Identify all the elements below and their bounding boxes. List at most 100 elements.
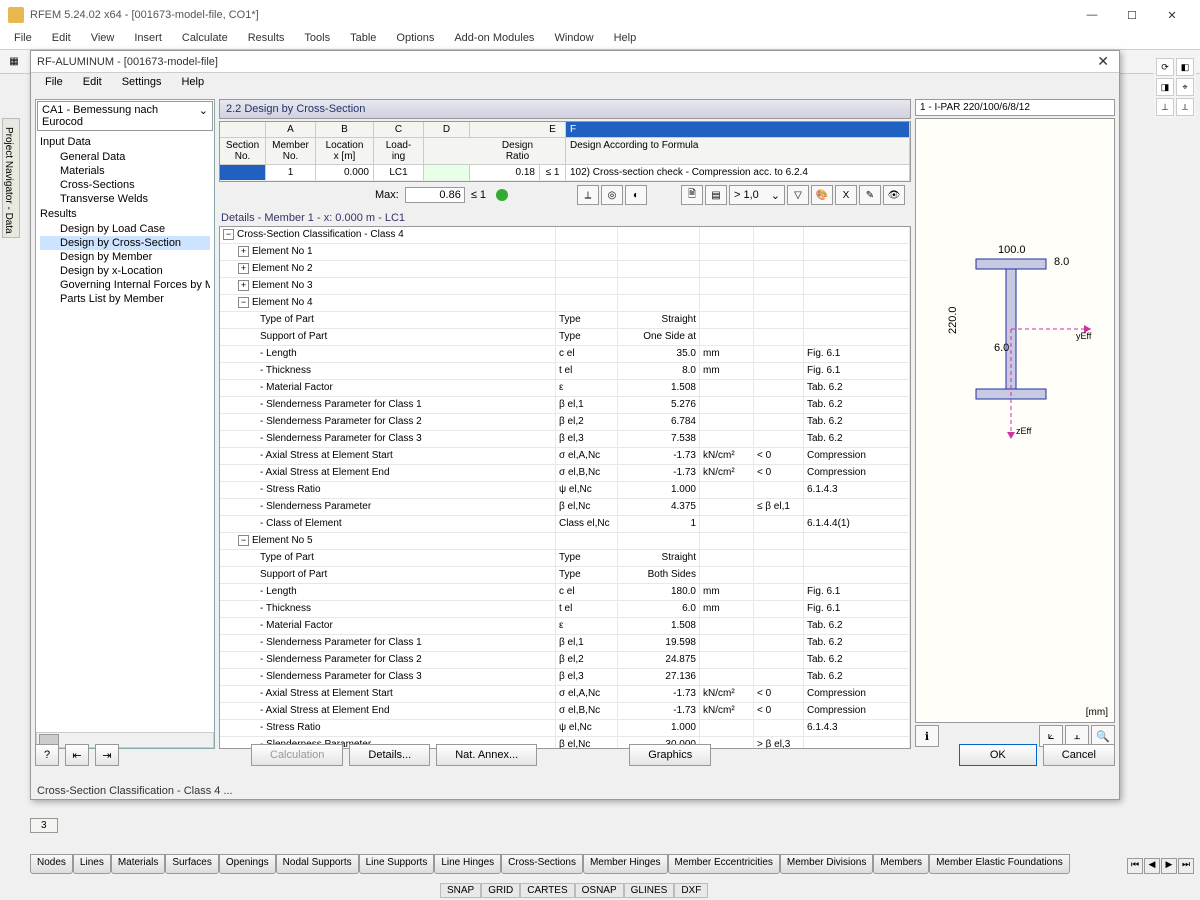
tree-item[interactable]: Design by x-Location [40, 264, 210, 278]
detail-row[interactable]: - Slenderness Parameterβ el,Nc4.375≤ β e… [220, 499, 910, 516]
tool-icon[interactable]: ⊥ [1156, 98, 1174, 116]
dialog-menu-edit[interactable]: Edit [73, 73, 112, 95]
bottom-tab[interactable]: Nodal Supports [276, 854, 359, 874]
export-icon[interactable]: 🗎 [681, 185, 703, 205]
bottom-tab[interactable]: Materials [111, 854, 166, 874]
menu-calculate[interactable]: Calculate [172, 30, 238, 49]
sheet-tab[interactable]: 3 [30, 818, 58, 833]
help-icon[interactable]: ? [35, 744, 59, 766]
next-icon[interactable]: ⇥ [95, 744, 119, 766]
detail-row[interactable]: - Stress Ratioψ el,Nc1.0006.1.4.3 [220, 482, 910, 499]
detail-row[interactable]: - Slenderness Parameter for Class 2β el,… [220, 652, 910, 669]
status-toggle[interactable]: CARTES [520, 883, 574, 898]
view-mode-icon[interactable]: ⟂ [577, 185, 599, 205]
detail-row[interactable]: - Slenderness Parameter for Class 1β el,… [220, 397, 910, 414]
bottom-tab[interactable]: Surfaces [165, 854, 218, 874]
view-mode-icon[interactable]: ◎ [601, 185, 623, 205]
detail-row[interactable]: Type of PartTypeStraight [220, 550, 910, 567]
menu-table[interactable]: Table [340, 30, 386, 49]
maximize-button[interactable]: ☐ [1112, 1, 1152, 29]
tab-scroll-first[interactable]: ⏮ [1127, 858, 1143, 874]
detail-row[interactable]: +Element No 3 [220, 278, 910, 295]
tool-icon[interactable]: ⟳ [1156, 58, 1174, 76]
bottom-tab[interactable]: Line Supports [359, 854, 435, 874]
tab-scroll-prev[interactable]: ◀ [1144, 858, 1160, 874]
tool-icon[interactable]: ◨ [1156, 78, 1174, 96]
status-toggle[interactable]: GLINES [624, 883, 675, 898]
tree-item[interactable]: Materials [40, 164, 210, 178]
graphics-button[interactable]: Graphics [629, 744, 711, 766]
bottom-tab[interactable]: Lines [73, 854, 111, 874]
view-mode-icon[interactable]: ◐ [625, 185, 647, 205]
tab-scroll-last[interactable]: ⏭ [1178, 858, 1194, 874]
detail-row[interactable]: +Element No 2 [220, 261, 910, 278]
tab-scroll-next[interactable]: ▶ [1161, 858, 1177, 874]
status-toggle[interactable]: GRID [481, 883, 520, 898]
menu-help[interactable]: Help [604, 30, 647, 49]
tree-item[interactable]: Design by Load Case [40, 222, 210, 236]
grid-row[interactable]: 1 0.000 LC1 0.18 ≤ 1 102) Cross-section … [220, 165, 910, 181]
dialog-close-button[interactable]: ✕ [1093, 53, 1113, 70]
filter-apply-icon[interactable]: ▽ [787, 185, 809, 205]
tree-item[interactable]: Design by Member [40, 250, 210, 264]
status-toggle[interactable]: SNAP [440, 883, 481, 898]
bottom-tab[interactable]: Nodes [30, 854, 73, 874]
tree-group-results[interactable]: Results [40, 208, 210, 220]
detail-row[interactable]: - Lengthc el180.0mmFig. 6.1 [220, 584, 910, 601]
detail-row[interactable]: −Element No 4 [220, 295, 910, 312]
detail-row[interactable]: - Slenderness Parameter for Class 1β el,… [220, 635, 910, 652]
menu-view[interactable]: View [81, 30, 125, 49]
bottom-tab[interactable]: Member Divisions [780, 854, 873, 874]
project-navigator-tab[interactable]: Project Navigator - Data [2, 118, 20, 238]
detail-row[interactable]: - Stress Ratioψ el,Nc1.0006.1.4.3 [220, 720, 910, 737]
detail-row[interactable]: - Class of ElementClass el,Nc16.1.4.4(1) [220, 516, 910, 533]
detail-row[interactable]: Support of PartTypeOne Side at [220, 329, 910, 346]
menu-insert[interactable]: Insert [124, 30, 172, 49]
menu-file[interactable]: File [4, 30, 42, 49]
bottom-tab[interactable]: Openings [219, 854, 276, 874]
menu-options[interactable]: Options [386, 30, 444, 49]
tool-icon[interactable]: ◧ [1176, 58, 1194, 76]
status-toggle[interactable]: DXF [674, 883, 708, 898]
prev-icon[interactable]: ⇤ [65, 744, 89, 766]
toolbar-icon[interactable]: ▦ [4, 52, 24, 72]
close-button[interactable]: ✕ [1152, 1, 1192, 29]
detail-row[interactable]: −Element No 5 [220, 533, 910, 550]
menu-tools[interactable]: Tools [294, 30, 340, 49]
dialog-menu-file[interactable]: File [35, 73, 73, 95]
tree-item[interactable]: Design by Cross-Section [40, 236, 210, 250]
menu-add-on modules[interactable]: Add-on Modules [444, 30, 544, 49]
max-input[interactable] [405, 187, 465, 203]
dialog-menu-settings[interactable]: Settings [112, 73, 172, 95]
tree-item[interactable]: Governing Internal Forces by M [40, 278, 210, 292]
nat-annex-button[interactable]: Nat. Annex... [436, 744, 537, 766]
detail-row[interactable]: −Cross-Section Classification - Class 4 [220, 227, 910, 244]
tool-icon[interactable]: ⌖ [1176, 78, 1194, 96]
tool-icon[interactable]: ✎ [859, 185, 881, 205]
bottom-tab[interactable]: Members [873, 854, 929, 874]
detail-row[interactable]: - Slenderness Parameter for Class 3β el,… [220, 431, 910, 448]
dialog-menu-help[interactable]: Help [171, 73, 214, 95]
menu-results[interactable]: Results [238, 30, 295, 49]
detail-row[interactable]: - Material Factorε1.508Tab. 6.2 [220, 380, 910, 397]
detail-row[interactable]: - Axial Stress at Element Startσ el,A,Nc… [220, 686, 910, 703]
detail-row[interactable]: - Slenderness Parameter for Class 2β el,… [220, 414, 910, 431]
tree-item[interactable]: Cross-Sections [40, 178, 210, 192]
excel-icon[interactable]: X [835, 185, 857, 205]
detail-row[interactable]: - Thicknesst el8.0mmFig. 6.1 [220, 363, 910, 380]
details-grid[interactable]: −Cross-Section Classification - Class 4+… [219, 226, 911, 749]
detail-row[interactable]: +Element No 1 [220, 244, 910, 261]
detail-row[interactable]: - Thicknesst el6.0mmFig. 6.1 [220, 601, 910, 618]
cancel-button[interactable]: Cancel [1043, 744, 1115, 766]
minimize-button[interactable]: — [1072, 1, 1112, 29]
tool-icon[interactable]: ⟂ [1176, 98, 1194, 116]
tree-item[interactable]: Parts List by Member [40, 292, 210, 306]
detail-row[interactable]: - Axial Stress at Element Endσ el,B,Nc-1… [220, 703, 910, 720]
detail-row[interactable]: Support of PartTypeBoth Sides [220, 567, 910, 584]
detail-row[interactable]: - Lengthc el35.0mmFig. 6.1 [220, 346, 910, 363]
status-toggle[interactable]: OSNAP [575, 883, 624, 898]
eye-icon[interactable]: 👁 [883, 185, 905, 205]
bottom-tab[interactable]: Line Hinges [434, 854, 501, 874]
filter-icon[interactable]: ▤ [705, 185, 727, 205]
design-case-combo[interactable]: CA1 - Bemessung nach Eurocod ⌄ [37, 101, 213, 131]
